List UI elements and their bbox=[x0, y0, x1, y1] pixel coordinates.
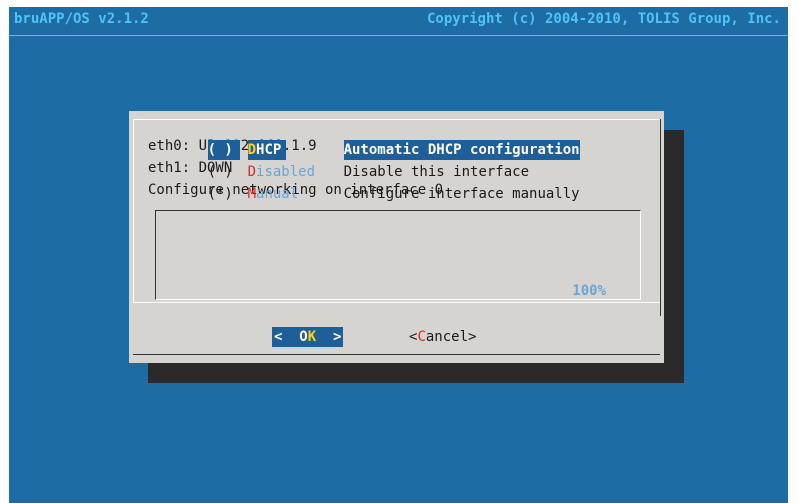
copyright-label: Copyright (c) 2004-2010, TOLIS Group, In… bbox=[426, 11, 781, 27]
terminal-screen: bruAPP/OS v2.1.2 Copyright (c) 2004-2010… bbox=[9, 7, 788, 503]
network-config-dialog: eth0: UP 192.168.1.9 eth1: DOWN Configur… bbox=[129, 111, 664, 363]
dialog-border-left bbox=[133, 119, 134, 302]
separator-edge bbox=[660, 302, 661, 316]
scroll-percentage: 100% bbox=[572, 283, 606, 299]
option-description: Configure interface manually bbox=[343, 186, 580, 202]
ok-bracket-right: > bbox=[316, 329, 342, 345]
title-bar: bruAPP/OS v2.1.2 Copyright (c) 2004-2010… bbox=[9, 7, 788, 37]
hotkey-m: M bbox=[247, 186, 257, 202]
dialog-border-bottom bbox=[133, 354, 660, 355]
radio-manual[interactable]: (*) bbox=[208, 184, 248, 204]
option-manual[interactable]: (*) Manual Configure interface manually bbox=[157, 164, 580, 202]
title-rule bbox=[9, 35, 788, 36]
cancel-hotkey: C bbox=[417, 329, 426, 345]
tag-rest: anual bbox=[256, 186, 299, 202]
option-list bbox=[155, 210, 641, 300]
ok-hotkey: K bbox=[307, 329, 317, 345]
option-tag-manual: Manual bbox=[248, 184, 344, 204]
button-separator bbox=[133, 302, 660, 303]
ok-bracket-left: < bbox=[274, 329, 300, 345]
option-disabled[interactable]: ( ) Disabled Disable this interface bbox=[157, 142, 529, 180]
os-version-label: bruAPP/OS v2.1.2 bbox=[14, 11, 149, 27]
ok-button[interactable]: < OK > bbox=[272, 327, 344, 347]
dialog-border-right bbox=[660, 119, 661, 302]
option-dhcp[interactable]: ( ) DHCP Automatic DHCP configuration bbox=[157, 120, 580, 160]
cancel-rest: ancel> bbox=[425, 329, 477, 345]
ok-letter-o: O bbox=[299, 329, 308, 345]
cancel-button[interactable]: <Cancel> bbox=[409, 327, 476, 347]
